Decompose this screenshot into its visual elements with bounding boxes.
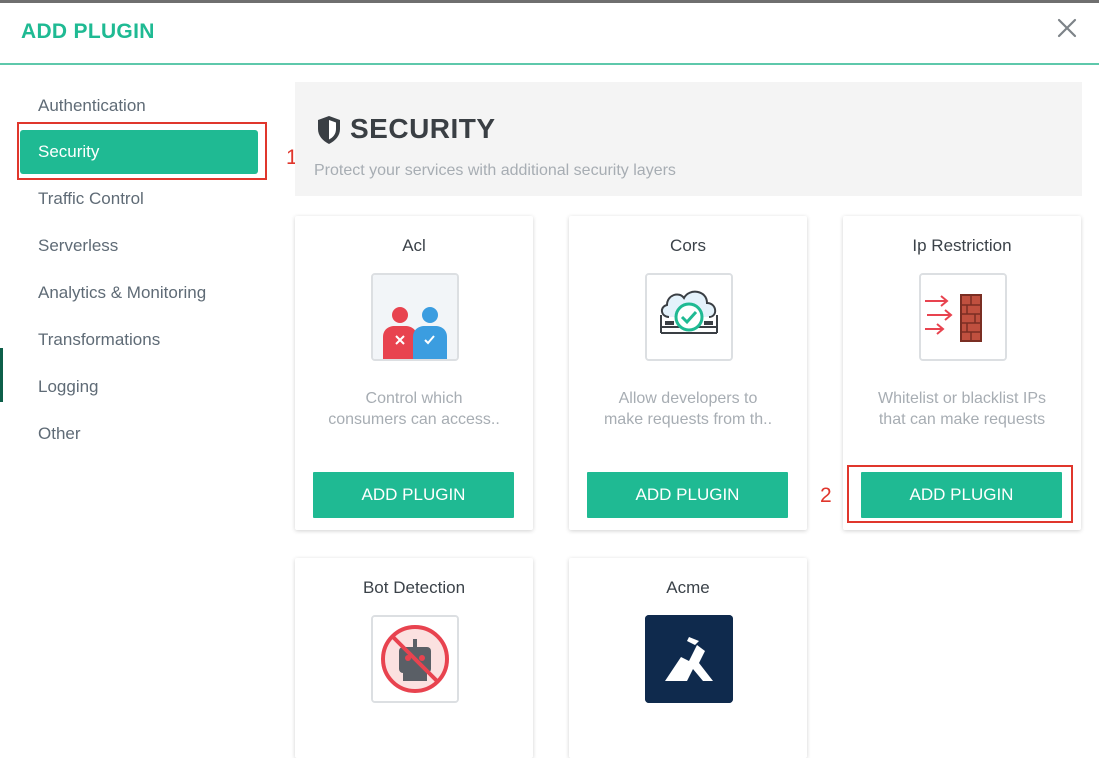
sidebar-item-other[interactable]: Other <box>20 412 258 456</box>
users-icon <box>371 273 459 361</box>
plugin-card-acl: Acl Control which consumers can access..… <box>295 216 533 530</box>
description-line: Allow developers to <box>618 390 758 407</box>
annotation-box-2 <box>847 465 1073 523</box>
kong-logo-icon <box>645 615 733 703</box>
add-plugin-button-cors[interactable]: ADD PLUGIN <box>587 472 788 518</box>
sidebar-item-traffic-control[interactable]: Traffic Control <box>20 177 258 221</box>
header-divider <box>0 63 1099 65</box>
plugin-description: Whitelist or blacklist IPs that can make… <box>858 388 1066 430</box>
close-icon[interactable] <box>1052 13 1082 43</box>
description-line: consumers can access.. <box>328 411 500 428</box>
annotation-number-2: 2 <box>820 484 832 507</box>
section-title: SECURITY <box>350 113 496 144</box>
sidebar-item-analytics-monitoring[interactable]: Analytics & Monitoring <box>20 271 258 315</box>
add-plugin-button-acl[interactable]: ADD PLUGIN <box>313 472 514 518</box>
add-plugin-dialog: ADD PLUGIN Authentication Security Traff… <box>0 0 1099 758</box>
shield-icon <box>316 115 342 145</box>
sidebar-item-serverless[interactable]: Serverless <box>20 224 258 268</box>
plugin-name: Ip Restriction <box>912 236 1012 255</box>
sidebar-item-transformations[interactable]: Transformations <box>20 318 258 362</box>
background-edge <box>0 348 3 402</box>
description-line: make requests from th.. <box>603 411 773 428</box>
plugin-name: Bot Detection <box>362 578 466 597</box>
plugin-name: Cors <box>670 236 706 255</box>
description-line: that can make requests <box>878 411 1046 428</box>
section-subtitle: Protect your services with additional se… <box>314 162 676 179</box>
plugin-card-acme: Acme <box>569 558 807 758</box>
description-line: Whitelist or blacklist IPs <box>877 390 1047 407</box>
section-banner: SECURITY Protect your services with addi… <box>295 82 1082 196</box>
plugin-card-cors: Cors Allow developers to make requests f… <box>569 216 807 530</box>
sidebar-item-logging[interactable]: Logging <box>20 365 258 409</box>
plugin-description: Allow developers to make requests from t… <box>584 388 792 430</box>
dialog-title: ADD PLUGIN <box>21 20 155 43</box>
description-line: Control which <box>365 390 463 407</box>
dialog-header: ADD PLUGIN <box>0 3 1099 63</box>
firewall-icon <box>919 273 1007 361</box>
plugin-name: Acl <box>402 236 426 255</box>
robot-blocked-icon <box>371 615 459 703</box>
cloud-check-icon <box>645 273 733 361</box>
plugin-name: Acme <box>666 578 710 597</box>
plugin-card-bot-detection: Bot Detection <box>295 558 533 758</box>
plugin-description: Control which consumers can access.. <box>310 388 518 430</box>
annotation-box-1 <box>17 122 267 180</box>
